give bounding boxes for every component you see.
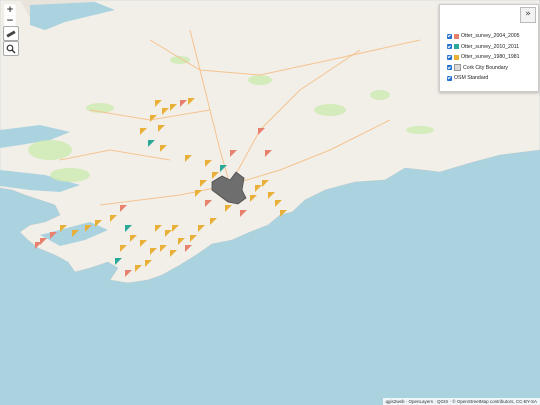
zoom-out-button[interactable]: − (5, 16, 15, 26)
map-attribution: qgis2web · OpenLayers · QGIS · © OpenStr… (382, 398, 540, 405)
layer-swatch (454, 64, 461, 72)
search-button[interactable] (3, 41, 19, 56)
collapse-panel-button[interactable]: » (520, 7, 536, 23)
layer-label: Cork City Boundary (463, 64, 508, 71)
ruler-icon (6, 29, 16, 38)
layer-checkbox[interactable] (447, 33, 452, 39)
search-icon (6, 44, 16, 53)
layer-item[interactable]: Cork City Boundary (447, 63, 520, 74)
layer-item[interactable]: Otter_survey_2010_2011 (447, 42, 520, 53)
layer-checkbox[interactable] (447, 75, 452, 81)
layer-swatch (454, 54, 459, 60)
zoom-in-button[interactable]: + (5, 5, 15, 15)
layer-label: Otter_survey_1980_1981 (461, 54, 520, 61)
layer-list: Otter_survey_2004_2005 Otter_survey_2010… (447, 31, 520, 84)
layer-label: OSM Standard (454, 75, 489, 82)
layer-switcher-panel: » Otter_survey_2004_2005 Otter_survey_20… (439, 4, 539, 92)
layer-checkbox[interactable] (447, 44, 452, 50)
layer-label: Otter_survey_2010_2011 (461, 43, 520, 50)
layer-checkbox[interactable] (447, 54, 452, 60)
layer-swatch (454, 44, 459, 50)
layer-item[interactable]: Otter_survey_2004_2005 (447, 31, 520, 42)
layer-item[interactable]: Otter_survey_1980_1981 (447, 52, 520, 63)
measure-button[interactable] (3, 26, 19, 41)
layer-swatch (454, 33, 459, 39)
zoom-control: + − (4, 4, 16, 27)
layer-checkbox[interactable] (447, 65, 452, 71)
layer-label: Otter_survey_2004_2005 (461, 33, 520, 40)
layer-item[interactable]: OSM Standard (447, 73, 520, 84)
